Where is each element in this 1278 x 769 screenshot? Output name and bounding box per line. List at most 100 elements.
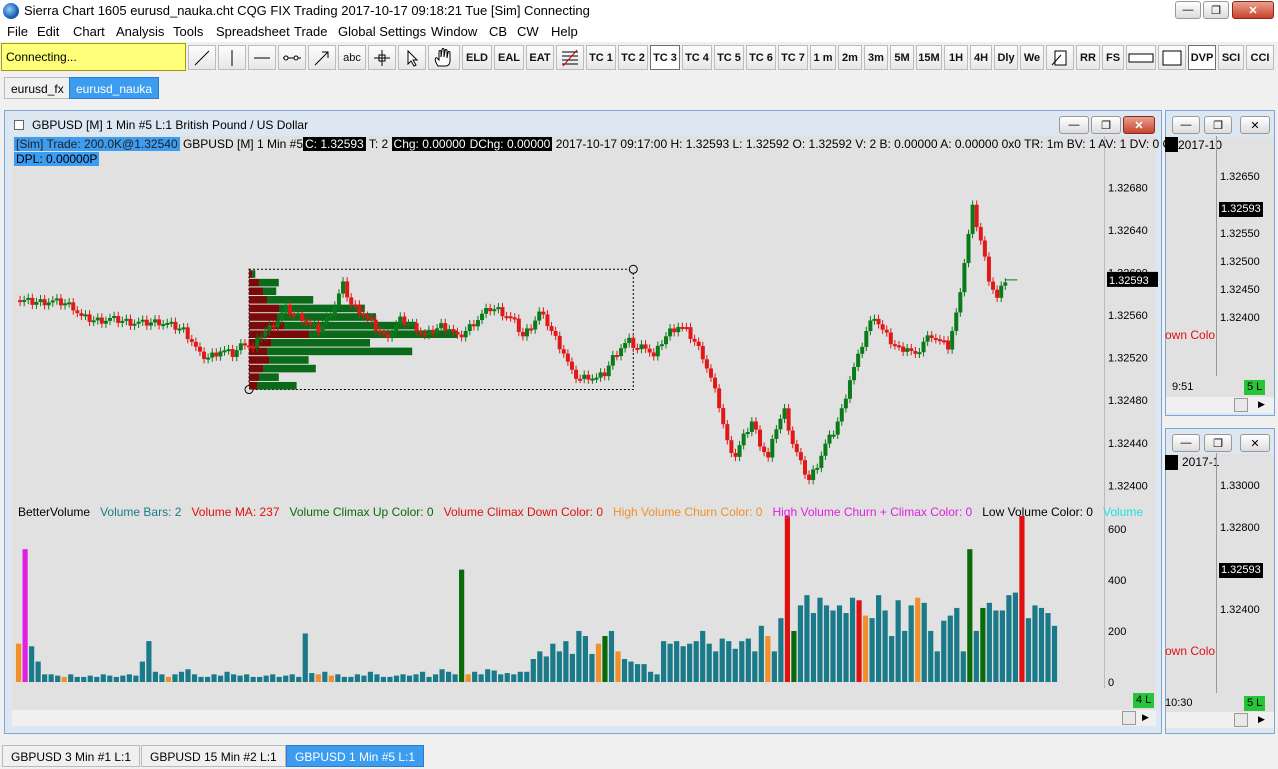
menu-window[interactable]: Window — [431, 24, 477, 39]
time-scale[interactable] — [12, 688, 1156, 710]
menu-trade[interactable]: Trade — [294, 24, 327, 39]
volume-bar — [74, 676, 80, 682]
menu-file[interactable]: File — [7, 24, 28, 39]
side2-minimize-button[interactable]: — — [1172, 434, 1200, 452]
candle-body — [991, 281, 996, 290]
side2-scroll-thumb[interactable] — [1234, 713, 1248, 727]
side1-scrollbar[interactable]: ▶ — [1166, 397, 1274, 413]
candle-body — [38, 299, 43, 302]
minimize-button[interactable]: — — [1175, 1, 1201, 19]
candle-body — [120, 320, 125, 323]
menu-tools[interactable]: Tools — [173, 24, 203, 39]
toolbar-tc7-button[interactable]: TC 7 — [778, 45, 808, 70]
candle-body — [312, 323, 317, 326]
toolbar-tc5-button[interactable]: TC 5 — [714, 45, 744, 70]
candle-body — [381, 332, 386, 335]
menu-global-settings[interactable]: Global Settings — [338, 24, 426, 39]
toolbar-eal-button[interactable]: EAL — [494, 45, 524, 70]
text-tool-button[interactable]: abc — [338, 45, 366, 70]
side1-scroll-right-icon[interactable]: ▶ — [1258, 399, 1265, 410]
toolbar-tc2-button[interactable]: TC 2 — [618, 45, 648, 70]
side1-maximize-button[interactable]: ❐ — [1204, 116, 1232, 134]
menu-cb[interactable]: CB — [489, 24, 507, 39]
toolbar-dvp-button[interactable]: DVP — [1188, 45, 1216, 70]
horizontal-scrollbar[interactable]: ▶ — [12, 710, 1156, 726]
toolbar-2m-button[interactable]: 2m — [838, 45, 862, 70]
toolbar-cci-button[interactable]: CCI — [1246, 45, 1274, 70]
flat-rectangle-tool-icon[interactable] — [1126, 45, 1156, 70]
study-name: BetterVolume — [18, 505, 91, 519]
fibonacci-tool-icon[interactable] — [556, 45, 584, 70]
side2-scroll-right-icon[interactable]: ▶ — [1258, 714, 1265, 725]
chartbook-tab-eurusd-fx[interactable]: eurusd_fx — [4, 77, 71, 99]
horizontal-line-tool-icon[interactable] — [248, 45, 276, 70]
side1-minimize-button[interactable]: — — [1172, 116, 1200, 134]
volume-bar — [270, 674, 276, 682]
menu-help[interactable]: Help — [551, 24, 578, 39]
volume-bar — [582, 636, 589, 682]
chart-close-button[interactable]: ✕ — [1123, 116, 1155, 134]
toolbar-1m-button[interactable]: 1 m — [810, 45, 836, 70]
chart-tab-15min[interactable]: GBPUSD 15 Min #2 L:1 — [141, 745, 286, 767]
toolbar-3m-button[interactable]: 3m — [864, 45, 888, 70]
price-axis-tick: 1.32440 — [1108, 438, 1148, 450]
chart-maximize-button[interactable]: ❐ — [1091, 116, 1121, 134]
candle-body — [67, 302, 72, 305]
toolbar-tc6-button[interactable]: TC 6 — [746, 45, 776, 70]
toolbar-15m-button[interactable]: 15M — [916, 45, 942, 70]
side2-scrollbar[interactable]: ▶ — [1166, 712, 1274, 728]
toolbar-rr-button[interactable]: RR — [1076, 45, 1100, 70]
toolbar-5m-button[interactable]: 5M — [890, 45, 914, 70]
toolbar-we-button[interactable]: We — [1020, 45, 1044, 70]
scrollbar-thumb[interactable] — [1122, 711, 1136, 725]
toolbar-tc3-button[interactable]: TC 3 — [650, 45, 680, 70]
toolbar-eat-button[interactable]: EAT — [526, 45, 554, 70]
toolbar-eld-button[interactable]: ELD — [462, 45, 492, 70]
scroll-right-icon[interactable]: ▶ — [1142, 712, 1149, 723]
profile-bar-sell — [249, 313, 278, 321]
menu-edit[interactable]: Edit — [37, 24, 59, 39]
volume-bar — [595, 643, 602, 682]
toolbar-dly-button[interactable]: Dly — [994, 45, 1018, 70]
side2-maximize-button[interactable]: ❐ — [1204, 434, 1232, 452]
toolbar-tc1-button[interactable]: TC 1 — [586, 45, 616, 70]
side2-plot[interactable] — [1166, 454, 1274, 716]
toolbar-1h-button[interactable]: 1H — [944, 45, 968, 70]
candle-body — [99, 317, 104, 324]
rectangle-tool-icon[interactable] — [1158, 45, 1186, 70]
chart-minimize-button[interactable]: — — [1059, 116, 1089, 134]
side2-close-button[interactable]: ✕ — [1240, 434, 1270, 452]
chartbook-tab-eurusd-nauka[interactable]: eurusd_nauka — [69, 77, 160, 99]
pointer-tool-icon[interactable] — [398, 45, 426, 70]
candle-body — [353, 304, 358, 307]
candle-body — [414, 323, 419, 332]
chart-tab-1min[interactable]: GBPUSD 1 Min #5 L:1 — [286, 745, 425, 767]
side1-close-button[interactable]: ✕ — [1240, 116, 1270, 134]
chart-tab-3min[interactable]: GBPUSD 3 Min #1 L:1 — [2, 745, 141, 767]
candle-body — [684, 327, 689, 330]
price-axis-tick: 1.32520 — [1108, 353, 1148, 365]
measure-tool-icon[interactable] — [1046, 45, 1074, 70]
draw-line-tool-icon[interactable] — [188, 45, 216, 70]
arrow-tool-icon[interactable] — [308, 45, 336, 70]
vertical-line-tool-icon[interactable] — [218, 45, 246, 70]
horizontal-ray-tool-icon[interactable] — [278, 45, 306, 70]
candle-body — [22, 299, 27, 302]
hand-pan-tool-icon[interactable] — [428, 45, 460, 70]
toolbar-sci-button[interactable]: SCI — [1218, 45, 1244, 70]
volume-bar — [752, 651, 758, 682]
close-button[interactable]: ✕ — [1232, 1, 1274, 19]
side1-scroll-thumb[interactable] — [1234, 398, 1248, 412]
menu-chart[interactable]: Chart — [73, 24, 105, 39]
volume-bar — [569, 653, 575, 682]
maximize-button[interactable]: ❐ — [1203, 1, 1229, 19]
menu-analysis[interactable]: Analysis — [116, 24, 164, 39]
toolbar-fs-button[interactable]: FS — [1102, 45, 1124, 70]
menu-spreadsheet[interactable]: Spreadsheet — [216, 24, 290, 39]
menu-cw[interactable]: CW — [517, 24, 539, 39]
crosshair-tool-icon[interactable] — [368, 45, 396, 70]
candle-body — [897, 345, 902, 348]
toolbar-tc4-button[interactable]: TC 4 — [682, 45, 712, 70]
toolbar-4h-button[interactable]: 4H — [970, 45, 992, 70]
profile-bar-sell — [249, 304, 280, 313]
